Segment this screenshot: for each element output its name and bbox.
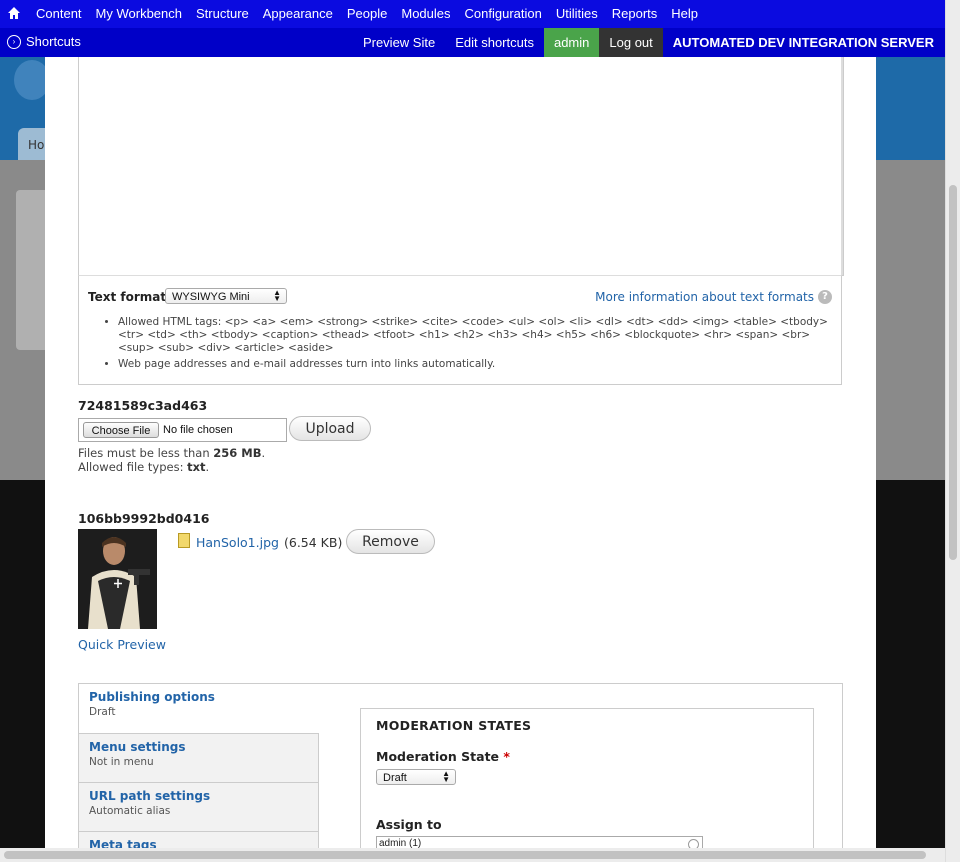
required-marker: * <box>503 749 510 764</box>
types-suffix: . <box>205 460 210 474</box>
horizontal-scrollbar[interactable] <box>0 848 945 862</box>
types-value: txt <box>187 460 206 474</box>
text-format-label: Text format <box>88 290 167 304</box>
text-format-wrapper: Text format WYSIWYG Mini ▲ ▼ More informa… <box>78 275 842 385</box>
moderation-state-label: Moderation State * <box>376 749 510 764</box>
user-links: Preview Site Edit shortcuts admin Log ou… <box>353 28 945 57</box>
moderation-states-fieldset: MODERATION STATES Moderation State * Dra… <box>360 708 814 848</box>
select-arrows-icon: ▲ ▼ <box>442 769 450 784</box>
shortcuts-toggle[interactable]: › Shortcuts <box>7 34 81 49</box>
menu-item-content[interactable]: Content <box>36 6 82 21</box>
image-thumbnail[interactable] <box>78 529 157 629</box>
upload-types-description: Allowed file types: txt. <box>78 460 209 474</box>
upload-field-label: 72481589c3ad463 <box>78 398 208 413</box>
text-format-selected: WYSIWYG Mini <box>172 291 250 303</box>
upload-size-description: Files must be less than 256 MB. <box>78 446 265 460</box>
text-format-select[interactable]: WYSIWYG Mini ▲ ▼ <box>165 288 287 304</box>
menu-item-configuration[interactable]: Configuration <box>465 6 542 21</box>
home-icon[interactable] <box>7 6 21 20</box>
vertical-tabs-list: Publishing options Draft Menu settings N… <box>79 684 319 848</box>
types-prefix: Allowed file types: <box>78 460 188 474</box>
menu-item-reports[interactable]: Reports <box>612 6 658 21</box>
tab-title: Publishing options <box>89 690 215 704</box>
edit-modal: Text format WYSIWYG Mini ▲ ▼ More informa… <box>45 57 876 848</box>
size-value: 256 MB <box>213 446 262 460</box>
upload-button[interactable]: Upload <box>289 416 371 441</box>
moderation-state-select[interactable]: Draft ▲ ▼ <box>376 769 456 785</box>
preview-site-link[interactable]: Preview Site <box>353 28 445 57</box>
menu-item-people[interactable]: People <box>347 6 387 21</box>
choose-file-button[interactable]: Choose File <box>83 422 159 438</box>
assign-to-label: Assign to <box>376 817 442 832</box>
file-chosen-text: No file chosen <box>163 424 233 436</box>
text-format-help-link[interactable]: More information about text formats <box>595 290 814 304</box>
size-suffix: . <box>261 446 266 460</box>
admin-toolbar: Content My Workbench Structure Appearanc… <box>0 0 945 28</box>
vertical-tabs: Publishing options Draft Menu settings N… <box>78 683 843 848</box>
size-prefix: Files must be less than <box>78 446 214 460</box>
text-format-tips: Allowed HTML tags: <p> <a> <em> <strong>… <box>104 316 843 374</box>
file-input[interactable]: Choose File No file chosen <box>78 418 287 442</box>
server-name: AUTOMATED DEV INTEGRATION SERVER <box>672 35 934 50</box>
menu-item-help[interactable]: Help <box>671 6 698 21</box>
menu-item-modules[interactable]: Modules <box>401 6 450 21</box>
allowed-tags-tip: Allowed HTML tags: <p> <a> <em> <strong>… <box>118 316 843 355</box>
chevron-right-icon: › <box>7 34 21 49</box>
quick-preview-link[interactable]: Quick Preview <box>78 637 166 652</box>
admin-menu: Content My Workbench Structure Appearanc… <box>36 6 712 21</box>
file-size: (6.54 KB) <box>284 535 343 550</box>
editor-edge <box>841 57 843 275</box>
image-field-label: 106bb9992bd0416 <box>78 511 210 526</box>
remove-button[interactable]: Remove <box>346 529 435 554</box>
assign-to-value: admin (1) <box>379 838 422 848</box>
tab-summary: Not in menu <box>89 756 154 768</box>
tab-menu-settings[interactable]: Menu settings Not in menu <box>79 733 319 782</box>
autocomplete-icon <box>688 839 699 848</box>
moderation-state-label-text: Moderation State <box>376 749 500 764</box>
tab-url-path-settings[interactable]: URL path settings Automatic alias <box>79 782 319 831</box>
tab-publishing-options[interactable]: Publishing options Draft <box>79 684 319 733</box>
menu-item-my-workbench[interactable]: My Workbench <box>96 6 182 21</box>
menu-item-structure[interactable]: Structure <box>196 6 249 21</box>
vertical-scrollbar-thumb[interactable] <box>949 185 957 560</box>
horizontal-scrollbar-thumb[interactable] <box>4 851 926 859</box>
tab-meta-tags[interactable]: Meta tags <box>79 831 319 848</box>
moderation-state-selected: Draft <box>383 772 407 784</box>
vertical-scrollbar[interactable] <box>945 0 960 862</box>
body-editor-area[interactable] <box>78 57 844 276</box>
links-tip: Web page addresses and e-mail addresses … <box>118 358 843 371</box>
menu-item-utilities[interactable]: Utilities <box>556 6 598 21</box>
tab-summary: Automatic alias <box>89 805 171 817</box>
shortcuts-label: Shortcuts <box>26 34 81 49</box>
tab-title: URL path settings <box>89 789 211 803</box>
tab-summary: Draft <box>89 706 116 718</box>
menu-item-appearance[interactable]: Appearance <box>263 6 333 21</box>
image-file-icon <box>178 533 190 548</box>
shortcuts-bar: › Shortcuts Preview Site Edit shortcuts … <box>0 28 945 57</box>
select-arrows-icon: ▲ ▼ <box>273 288 281 303</box>
user-account-link[interactable]: admin <box>543 28 600 57</box>
moderation-heading: MODERATION STATES <box>376 718 532 733</box>
help-icon[interactable]: ? <box>818 290 832 304</box>
tab-title: Meta tags <box>89 838 157 848</box>
edit-shortcuts-link[interactable]: Edit shortcuts <box>445 28 544 57</box>
file-name-link[interactable]: HanSolo1.jpg <box>196 535 279 550</box>
tab-title: Menu settings <box>89 740 186 754</box>
assign-to-input[interactable]: admin (1) <box>376 836 703 848</box>
logout-link[interactable]: Log out <box>599 28 663 57</box>
